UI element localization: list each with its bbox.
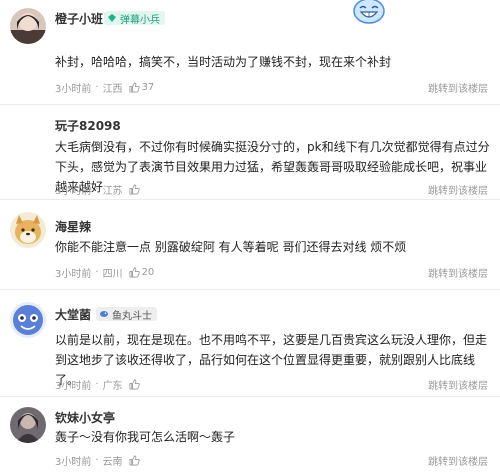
username[interactable]: 钦妹小女亭: [55, 409, 115, 426]
grinning-blue-face-icon: [353, 0, 385, 24]
comment-item-4: 大堂菌 鱼丸斗士 以前是以前，现在是现在。也不用鸣不平，这要是几百贵宾这么玩没人…: [0, 290, 500, 396]
location: 广东: [102, 381, 123, 392]
user-badge: 弹幕小兵: [104, 11, 165, 26]
location: 四川: [102, 269, 123, 280]
comment-meta: 3小时前 · 广东: [55, 377, 142, 392]
avatar[interactable]: [10, 212, 46, 248]
thumbs-up-icon: [129, 267, 140, 278]
diamond-icon: [108, 14, 116, 22]
jump-to-floor-link[interactable]: 跳转到该楼层: [428, 265, 488, 280]
comment-meta: 3小时前 · 江西 37: [55, 80, 154, 95]
fish-icon: [100, 311, 108, 317]
username[interactable]: 玩子82098: [55, 117, 121, 134]
username[interactable]: 橙子小班: [55, 10, 103, 27]
comment-text: 你能不能注意一点 别露破绽阿 有人等着呢 哥们还得去对线 烦不烦: [55, 240, 407, 254]
like-button[interactable]: 20: [129, 267, 155, 278]
username[interactable]: 大堂菌: [55, 306, 91, 323]
separator-dot: ·: [95, 82, 99, 93]
user-badge: 鱼丸斗士: [96, 307, 157, 322]
thumbs-up-icon: [129, 455, 140, 466]
like-button[interactable]: 37: [129, 82, 155, 93]
separator-dot: ·: [95, 184, 99, 195]
comment-meta: 3小时前 · 四川 20: [55, 265, 154, 280]
avatar[interactable]: [10, 302, 46, 338]
jump-to-floor-link[interactable]: 跳转到该楼层: [428, 453, 488, 468]
comment-text: 补封，哈哈哈，搞笑不，当时活动为了赚钱不封，现在来个补封: [55, 55, 392, 69]
timestamp: 3小时前: [55, 457, 92, 468]
thumbs-up-icon: [129, 82, 140, 93]
comment-item-3: 海星辣 你能不能注意一点 别露破绽阿 有人等着呢 哥们还得去对线 烦不烦 3小时…: [0, 200, 500, 288]
separator-dot: ·: [95, 267, 99, 278]
thumbs-up-icon: [129, 379, 140, 390]
location: 江苏: [102, 186, 123, 197]
comment-item-1: 橙子小班 弹幕小兵 补封，哈哈哈，搞笑不，当时活动为了赚钱不封，现在来个补封 3…: [0, 0, 500, 96]
badge-label: 弹幕小兵: [120, 14, 160, 26]
timestamp: 3小时前: [55, 381, 92, 392]
badge-label: 鱼丸斗士: [112, 310, 152, 322]
jump-to-floor-link[interactable]: 跳转到该楼层: [428, 182, 488, 197]
comment-item-2: 玩子82098 大毛病倒没有，不过你有时候确实挺没分寸的，pk和线下有几次觉都觉…: [0, 105, 500, 199]
timestamp: 3小时前: [55, 186, 92, 197]
location: 云南: [102, 457, 123, 468]
comment-meta: 3小时前 · 江苏: [55, 182, 142, 197]
timestamp: 3小时前: [55, 84, 92, 95]
jump-to-floor-link[interactable]: 跳转到该楼层: [428, 377, 488, 392]
like-button[interactable]: [129, 455, 142, 466]
timestamp: 3小时前: [55, 269, 92, 280]
like-count: 20: [141, 267, 155, 278]
jump-to-floor-link[interactable]: 跳转到该楼层: [428, 80, 488, 95]
comment-item-5: 钦妹小女亭 轰子～没有你我可怎么活啊～轰子 3小时前 · 云南 跳转到该楼层: [0, 397, 500, 474]
separator-dot: ·: [95, 455, 99, 466]
avatar[interactable]: [10, 8, 46, 44]
like-button[interactable]: [129, 379, 142, 390]
like-button[interactable]: [129, 184, 142, 195]
location: 江西: [102, 84, 123, 95]
comment-meta: 3小时前 · 云南: [55, 453, 142, 468]
thumbs-up-icon: [129, 184, 140, 195]
like-count: 37: [141, 82, 155, 93]
separator-dot: ·: [95, 379, 99, 390]
username[interactable]: 海星辣: [55, 218, 91, 235]
comment-text: 轰子～没有你我可怎么活啊～轰子: [55, 430, 236, 444]
avatar[interactable]: [10, 407, 46, 443]
